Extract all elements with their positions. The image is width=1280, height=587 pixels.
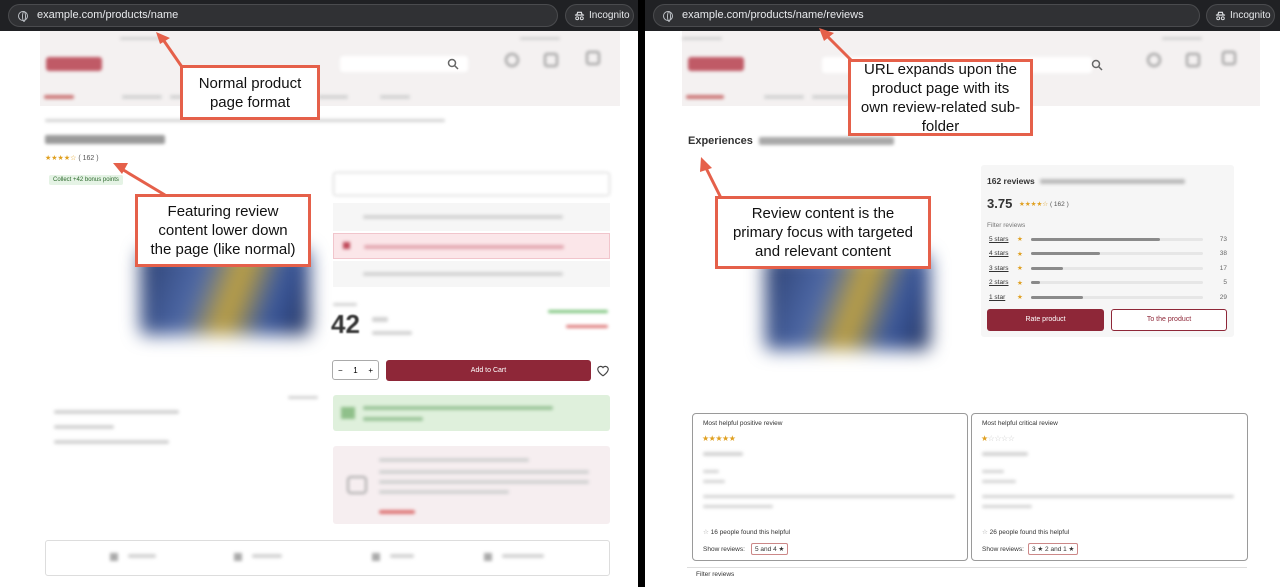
right-screenshot-pane: example.com/products/name/reviews Incogn… — [645, 0, 1280, 587]
annotation-callout: URL expands upon the product page with i… — [848, 59, 1033, 136]
annotation-callout: Featuring review content lower down the … — [135, 194, 311, 267]
left-screenshot-pane: example.com/products/name Incognito ★★★★… — [0, 0, 638, 587]
annotation-callout: Normal product page format — [180, 65, 320, 120]
annotation-callout: Review content is the primary focus with… — [715, 196, 931, 269]
